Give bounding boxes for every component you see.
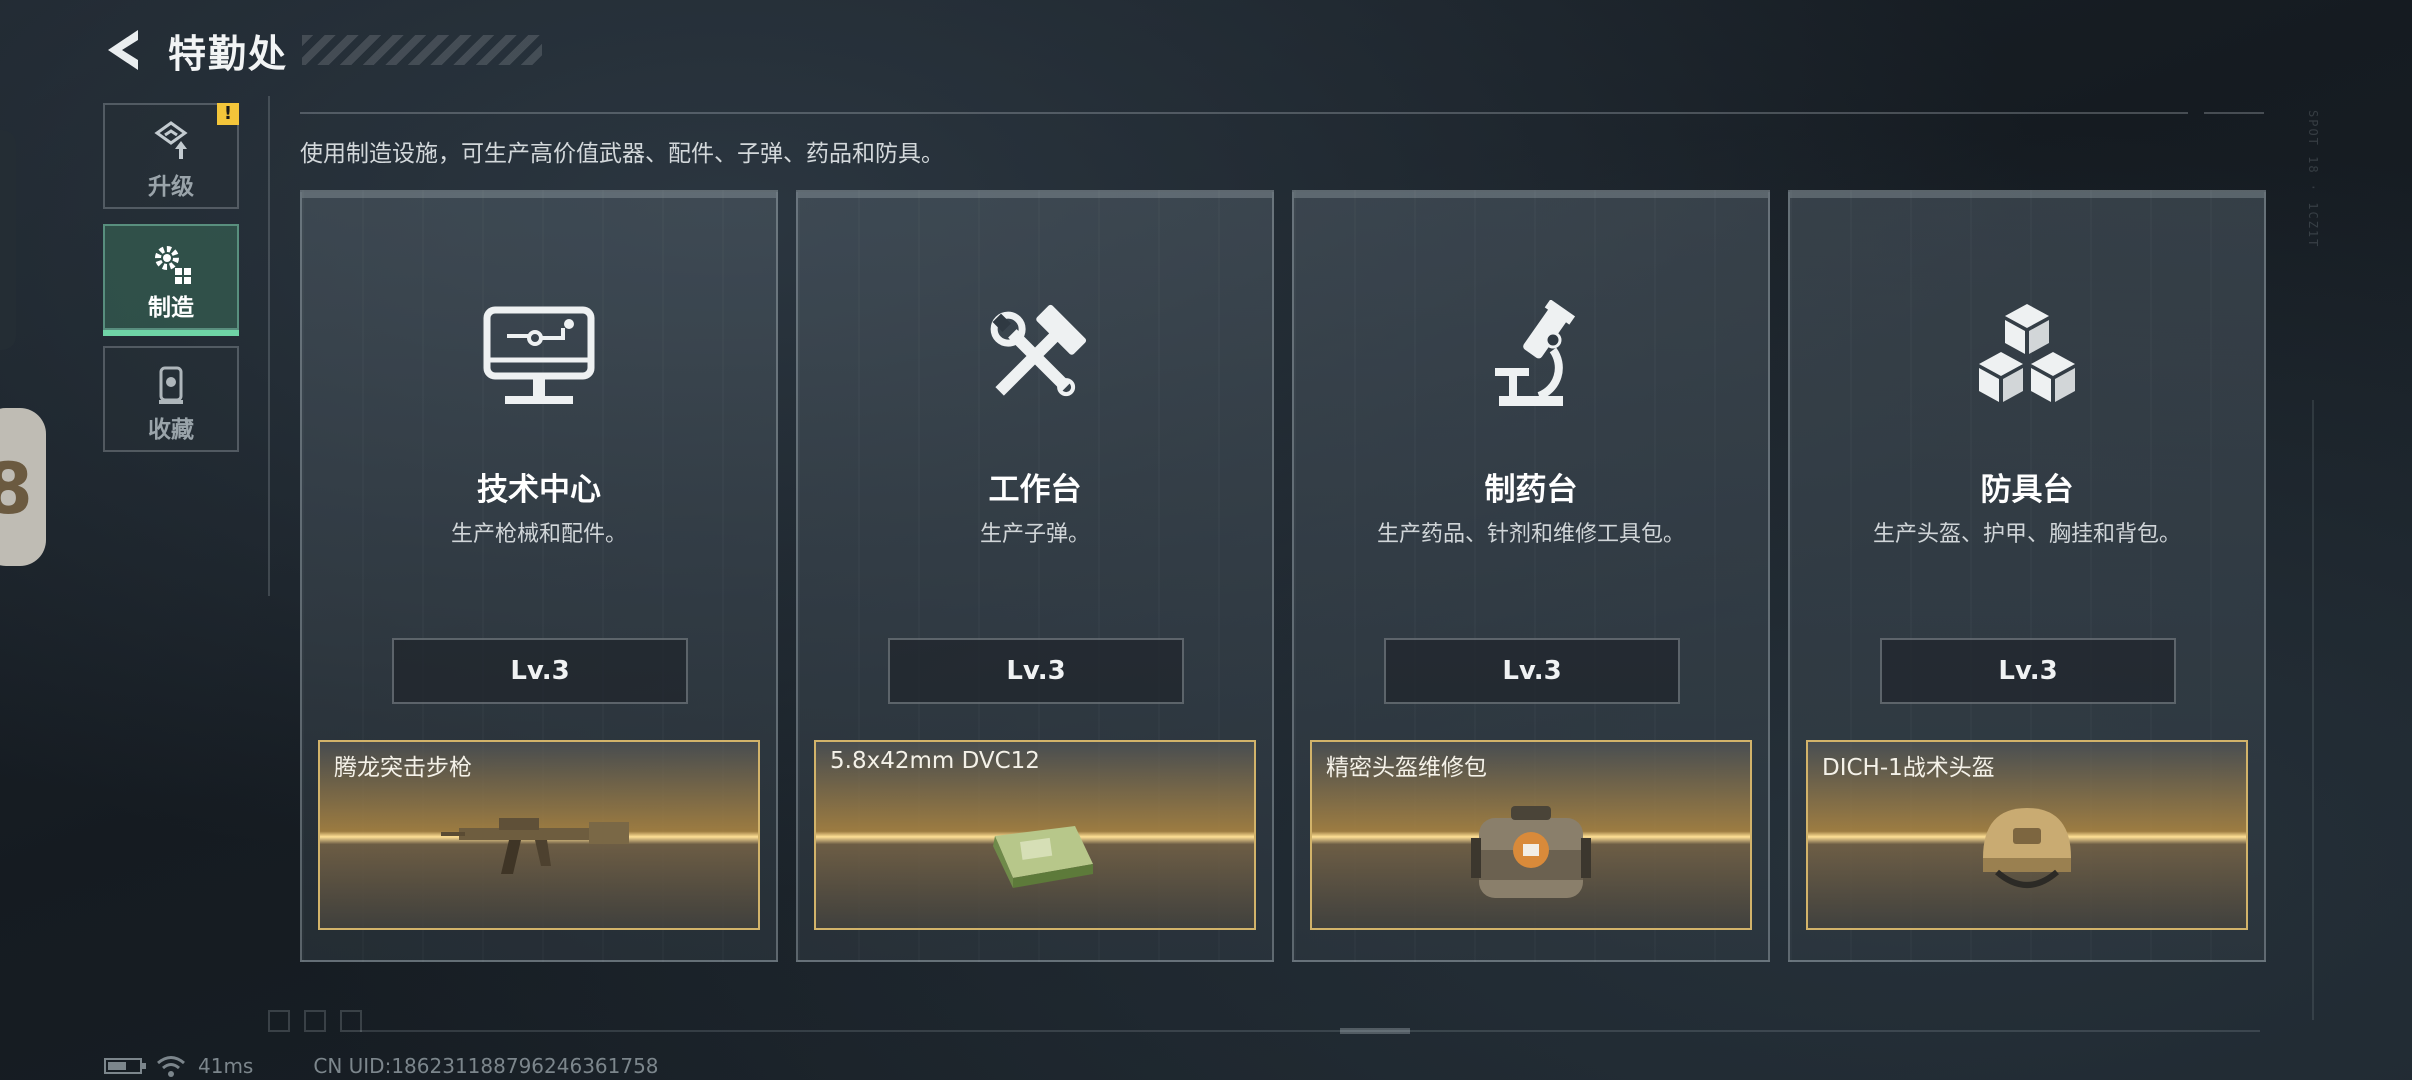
section-description: 使用制造设施，可生产高价值武器、配件、子弹、药品和防具。 (300, 141, 944, 167)
computer-icon (483, 306, 595, 404)
page-header: 特勤处 (100, 22, 543, 78)
tab-craft-label: 制造 (148, 295, 194, 321)
product-name: 腾龙突击步枪 (334, 755, 472, 781)
cubes-icon (1979, 304, 2075, 402)
decoration (340, 1010, 362, 1032)
back-arrow-icon[interactable] (100, 26, 144, 74)
card-armor-bench[interactable]: 防具台 生产头盔、护甲、胸挂和背包。 Lv.3 DICH-1战术头盔 (1788, 190, 2266, 962)
title-decoration (302, 35, 543, 65)
product-name: DICH-1战术头盔 (1822, 755, 1995, 781)
edge-avatar-badge[interactable]: 8 (0, 408, 46, 566)
helmet-icon (1983, 808, 2071, 888)
level-badge: Lv.3 (392, 638, 688, 704)
card-title: 技术中心 (477, 472, 601, 508)
product-name: 5.8x42mm DVC12 (830, 748, 1040, 774)
card-title: 制药台 (1484, 472, 1578, 508)
level-badge: Lv.3 (888, 638, 1184, 704)
card-title: 工作台 (988, 472, 1082, 508)
level-badge: Lv.3 (1384, 638, 1680, 704)
upgrade-icon (154, 121, 188, 159)
ammo-box-icon (993, 826, 1093, 888)
alert-badge: ! (217, 103, 239, 125)
status-bar: 41ms CN UID:18623118879624636175​8 (104, 1054, 659, 1078)
card-description: 生产头盔、护甲、胸挂和背包。 (1872, 522, 2181, 547)
divider (268, 96, 270, 596)
product-name: 精密头盔维修包 (1326, 755, 1487, 781)
decoration (268, 1010, 290, 1032)
page-title: 特勤处 (168, 31, 289, 76)
collection-icon (159, 366, 183, 404)
tab-upgrade[interactable]: 升级 ! (103, 103, 239, 209)
card-tech-center[interactable]: 技术中心 生产枪械和配件。 Lv.3 腾龙突击步枪 (300, 190, 778, 962)
tab-collection[interactable]: 收藏 (103, 346, 239, 452)
battery-icon (104, 1058, 146, 1074)
wifi-icon (157, 1056, 185, 1077)
decoration (1340, 1028, 1410, 1034)
hammer-wrench-icon (990, 304, 1087, 397)
divider (300, 112, 2188, 114)
decorative-text: SPOT 18 · 1CZ1T (2306, 110, 2320, 249)
divider (360, 1030, 2260, 1032)
product-slot[interactable]: 精密头盔维修包 (1310, 740, 1752, 930)
ping-text: 41ms (198, 1054, 254, 1078)
rifle-icon (441, 818, 629, 874)
tab-upgrade-label: 升级 (148, 174, 194, 200)
product-slot[interactable]: 腾龙突击步枪 (318, 740, 760, 930)
level-badge: Lv.3 (1880, 638, 2176, 704)
tab-craft[interactable]: 制造 (103, 224, 239, 336)
card-description: 生产枪械和配件。 (450, 522, 627, 547)
card-pharmacy[interactable]: 制药台 生产药品、针剂和维修工具包。 Lv.3 精密头盔维修包 (1292, 190, 1770, 962)
microscope-icon (1495, 300, 1576, 406)
edge-panel (0, 130, 16, 350)
gear-icon (155, 246, 191, 284)
product-slot[interactable]: DICH-1战术头盔 (1806, 740, 2248, 930)
decoration (304, 1010, 326, 1032)
card-description: 生产子弹。 (979, 522, 1090, 547)
repair-kit-icon (1471, 806, 1591, 898)
product-slot[interactable]: 5.8x42mm DVC12 (814, 740, 1256, 930)
card-description: 生产药品、针剂和维修工具包。 (1376, 522, 1685, 547)
tab-collection-label: 收藏 (148, 417, 194, 443)
card-workbench[interactable]: 工作台 生产子弹。 Lv.3 5.8x42mm DVC12 (796, 190, 1274, 962)
card-title: 防具台 (1980, 472, 2074, 508)
divider (2204, 112, 2264, 114)
uid-text: CN UID:18623118879624636175​8 (313, 1054, 659, 1078)
divider (2312, 400, 2314, 1020)
